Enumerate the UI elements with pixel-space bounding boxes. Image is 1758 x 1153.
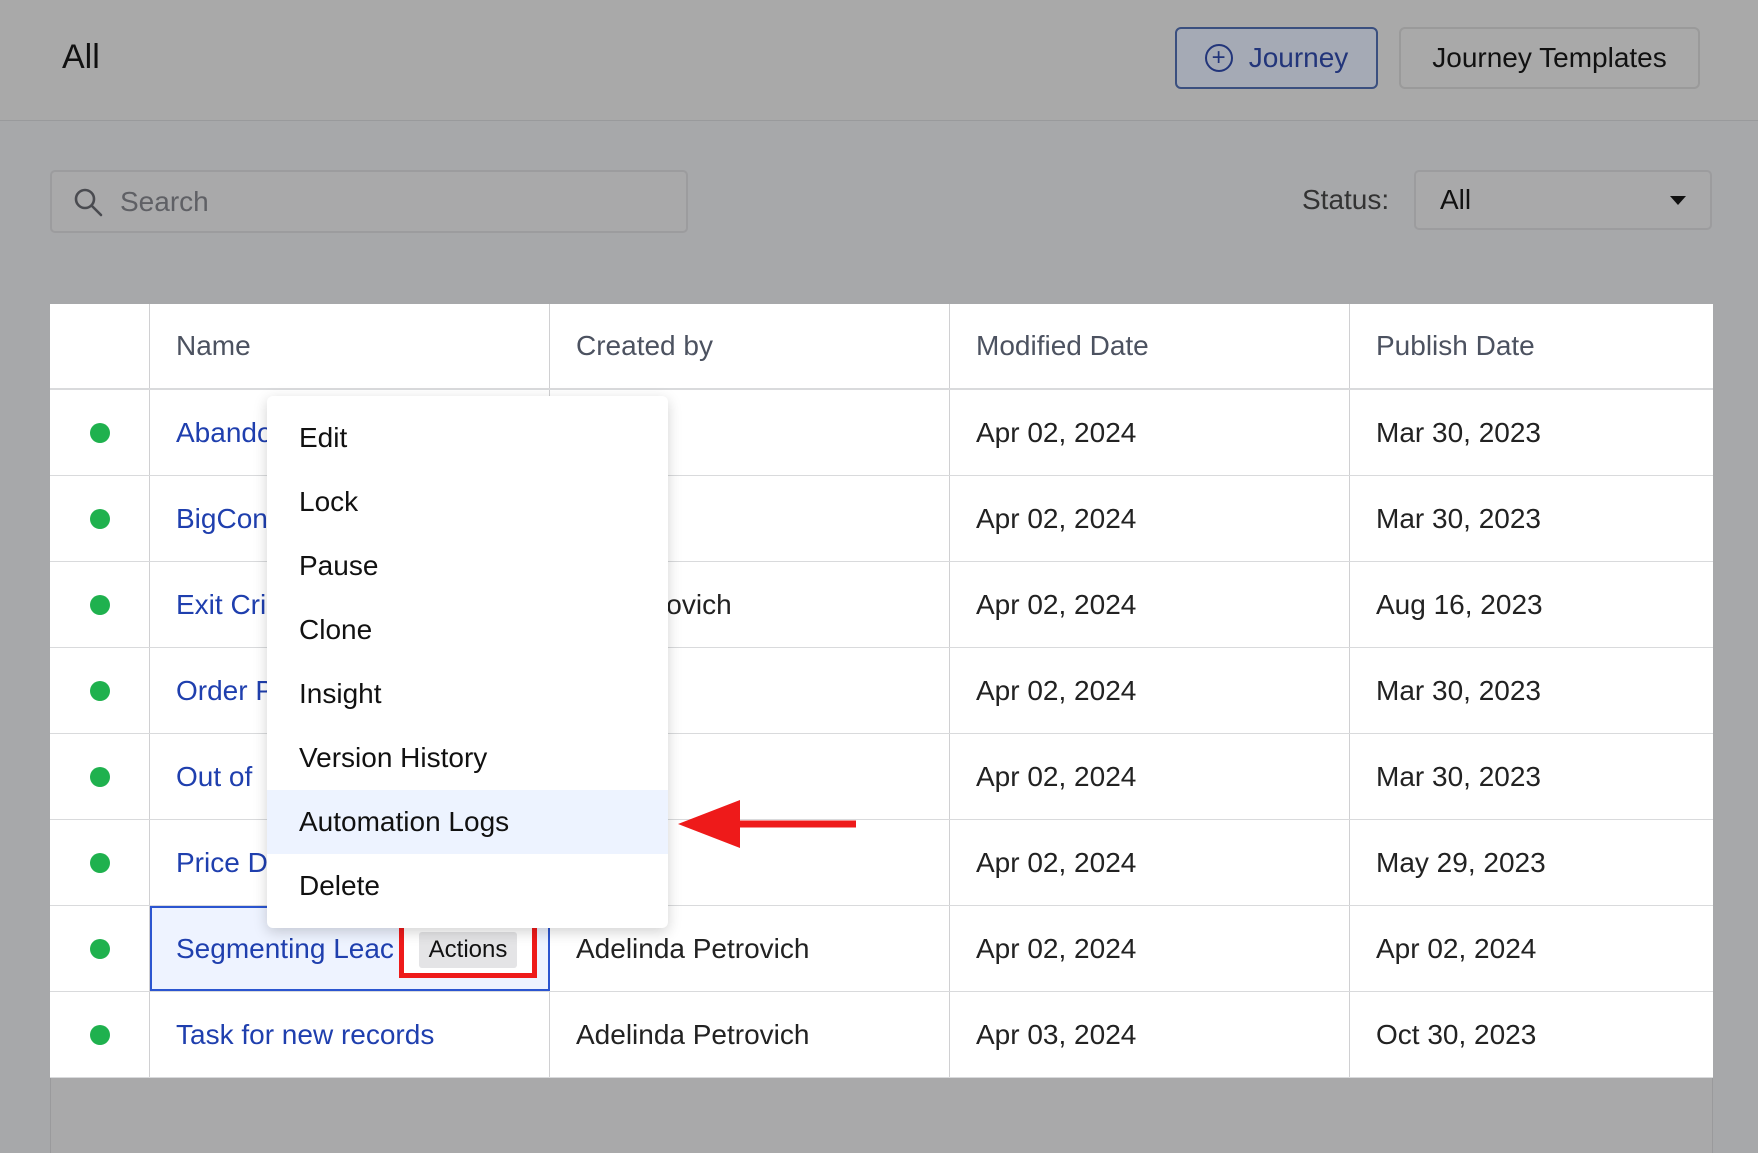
status-dot-icon (89, 1024, 110, 1045)
status-dot-icon (89, 852, 110, 873)
menu-item-pause[interactable]: Pause (267, 534, 668, 598)
search-icon (74, 188, 103, 216)
column-header-modified-date[interactable]: Modified Date (950, 304, 1350, 388)
status-dot-icon (89, 508, 110, 529)
actions-button[interactable]: Actions (399, 922, 537, 978)
column-header-created-by[interactable]: Created by (550, 304, 950, 388)
table-header: Name Created by Modified Date Publish Da… (50, 304, 1713, 390)
column-header-publish-date[interactable]: Publish Date (1350, 304, 1713, 388)
status-dot-icon (89, 680, 110, 701)
menu-item-edit[interactable]: Edit (267, 406, 668, 470)
journey-templates-button[interactable]: Journey Templates (1399, 27, 1700, 89)
page-title: All (62, 38, 100, 76)
modified-date-cell: Apr 02, 2024 (950, 476, 1350, 561)
modified-date-cell: Apr 02, 2024 (950, 648, 1350, 733)
modified-date-cell: Apr 02, 2024 (950, 390, 1350, 475)
modified-date-cell: Apr 02, 2024 (950, 734, 1350, 819)
status-column-header (50, 304, 150, 388)
red-arrow-annotation-icon (678, 800, 856, 848)
menu-item-lock[interactable]: Lock (267, 470, 668, 534)
top-bar: All + Journey Journey Templates (0, 0, 1758, 121)
status-label: Status: (1302, 184, 1390, 215)
publish-date-cell: Apr 02, 2024 (1376, 932, 1537, 964)
caret-down-icon (1670, 196, 1686, 205)
publish-date-cell: May 29, 2023 (1376, 846, 1546, 878)
publish-date-cell: Mar 30, 2023 (1376, 760, 1541, 792)
status-dot-icon (89, 422, 110, 443)
actions-label: Actions (418, 932, 518, 968)
publish-date-cell: Mar 30, 2023 (1376, 502, 1541, 534)
search-input[interactable] (120, 185, 680, 218)
search-box[interactable] (50, 170, 688, 233)
modified-date-cell: Apr 02, 2024 (950, 562, 1350, 647)
journey-name-link[interactable]: Task for new records (150, 992, 550, 1077)
menu-item-insight[interactable]: Insight (267, 662, 668, 726)
plus-circle-icon: + (1204, 44, 1233, 72)
menu-item-clone[interactable]: Clone (267, 598, 668, 662)
modified-date-cell: Apr 03, 2024 (950, 992, 1350, 1077)
publish-date-cell: Mar 30, 2023 (1376, 416, 1541, 448)
created-by-cell: Adelinda Petrovich (550, 992, 950, 1077)
publish-date-cell: Oct 30, 2023 (1376, 1018, 1537, 1050)
add-journey-label: Journey (1248, 42, 1349, 73)
status-selected-value: All (1440, 184, 1472, 215)
status-dot-icon (89, 594, 110, 615)
menu-item-automation-logs[interactable]: Automation Logs (267, 790, 668, 854)
column-header-name[interactable]: Name (150, 304, 550, 388)
status-dot-icon (89, 938, 110, 959)
modified-date-cell: Apr 02, 2024 (950, 906, 1350, 991)
table-row[interactable]: Task for new records Adelinda Petrovich … (50, 992, 1713, 1078)
actions-context-menu: Edit Lock Pause Clone Insight Version Hi… (267, 396, 668, 928)
add-journey-button[interactable]: + Journey (1175, 27, 1378, 89)
publish-date-cell: Aug 16, 2023 (1376, 588, 1543, 620)
table-footer (50, 1078, 1713, 1153)
status-select[interactable]: All (1414, 170, 1712, 230)
menu-item-delete[interactable]: Delete (267, 854, 668, 918)
menu-item-version-history[interactable]: Version History (267, 726, 668, 790)
modified-date-cell: Apr 02, 2024 (950, 820, 1350, 905)
publish-date-cell: Mar 30, 2023 (1376, 674, 1541, 706)
status-dot-icon (89, 766, 110, 787)
